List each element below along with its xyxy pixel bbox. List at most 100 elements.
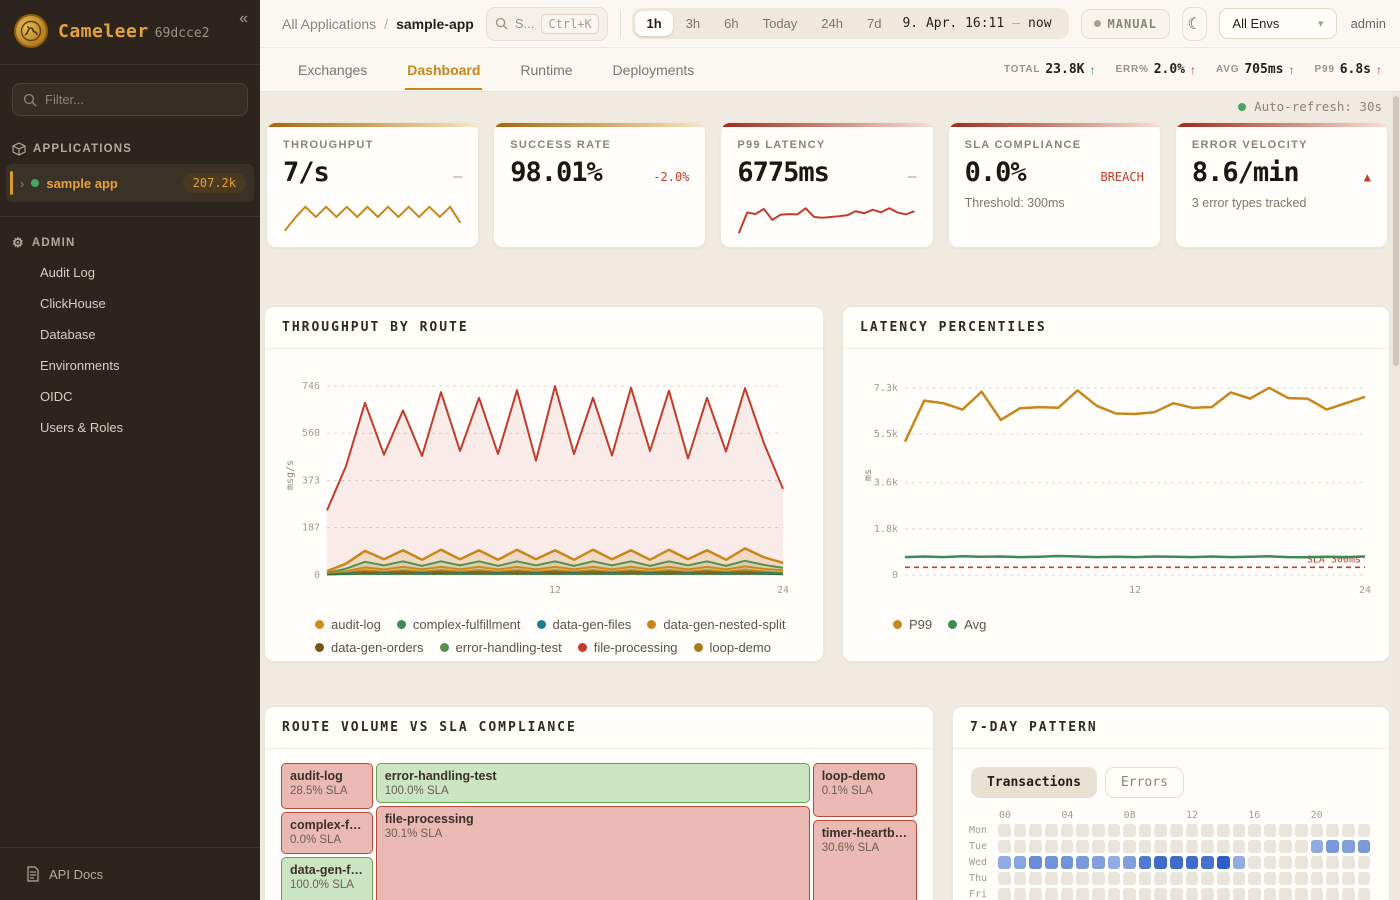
time-range-1h[interactable]: 1h (635, 11, 672, 36)
heatmap-cell[interactable] (1045, 824, 1058, 837)
heatmap-cell[interactable] (1295, 872, 1308, 885)
heatmap-cell[interactable] (1279, 840, 1292, 853)
heatmap-cell[interactable] (1233, 856, 1246, 869)
heatmap-cell[interactable] (1342, 888, 1355, 900)
heatmap-cell[interactable] (1233, 840, 1246, 853)
heatmap-cell[interactable] (1217, 824, 1230, 837)
heatmap-cell[interactable] (1311, 872, 1324, 885)
legend-item-complex-fulfillment[interactable]: complex-fulfillment (397, 616, 521, 633)
time-range-7d[interactable]: 7d (856, 11, 892, 36)
treemap-tile-file-processing[interactable]: file-processing30.1% SLA (376, 806, 810, 900)
tab-dashboard[interactable]: Dashboard (405, 50, 482, 90)
tab-exchanges[interactable]: Exchanges (296, 50, 369, 90)
heatmap-cell[interactable] (998, 888, 1011, 900)
heatmap-cell[interactable] (1029, 888, 1042, 900)
heatmap-cell[interactable] (1295, 824, 1308, 837)
heatmap-cell[interactable] (1358, 840, 1371, 853)
heatmap-cell[interactable] (1342, 872, 1355, 885)
heatmap-cell[interactable] (1014, 872, 1027, 885)
heatmap-cell[interactable] (1326, 888, 1339, 900)
heatmap-cell[interactable] (1170, 824, 1183, 837)
treemap-tile-audit-log[interactable]: audit-log28.5% SLA (281, 763, 373, 809)
treemap-tile-timer-heartbeat[interactable]: timer-heartbeat30.6% SLA (813, 820, 917, 900)
heatmap-cell[interactable] (1248, 872, 1261, 885)
sidebar-item-environments[interactable]: Environments (0, 350, 260, 381)
legend-item-p99[interactable]: P99 (893, 616, 932, 633)
heatmap-cell[interactable] (1279, 856, 1292, 869)
heatmap-cell[interactable] (1186, 840, 1199, 853)
heatmap-cell[interactable] (1154, 872, 1167, 885)
heatmap-cell[interactable] (998, 872, 1011, 885)
time-range-24h[interactable]: 24h (810, 11, 854, 36)
heatmap-cell[interactable] (1092, 888, 1105, 900)
scrollbar-thumb[interactable] (1393, 96, 1399, 366)
legend-item-data-gen-files[interactable]: data-gen-files (537, 616, 632, 633)
heatmap-cell[interactable] (998, 840, 1011, 853)
sidebar-item-users-roles[interactable]: Users & Roles (0, 412, 260, 443)
heatmap-cell[interactable] (1217, 840, 1230, 853)
heatmap-cell[interactable] (1233, 888, 1246, 900)
heatmap-cell[interactable] (1076, 824, 1089, 837)
heatmap-cell[interactable] (1358, 856, 1371, 869)
filter-input[interactable]: Filter... (12, 83, 248, 116)
heatmap-cell[interactable] (1139, 872, 1152, 885)
heatmap-cell[interactable] (1139, 824, 1152, 837)
sidebar-item-oidc[interactable]: OIDC (0, 381, 260, 412)
tab-deployments[interactable]: Deployments (611, 50, 697, 90)
heatmap-cell[interactable] (1217, 888, 1230, 900)
manual-refresh-button[interactable]: MANUAL (1081, 9, 1170, 39)
heatmap-cell[interactable] (1295, 840, 1308, 853)
heatmap-cell[interactable] (1295, 888, 1308, 900)
legend-item-avg[interactable]: Avg (948, 616, 986, 633)
heatmap-cell[interactable] (1045, 840, 1058, 853)
heatmap-cell[interactable] (1045, 888, 1058, 900)
datetime-range[interactable]: 9. Apr. 16:11 — now (894, 11, 1065, 36)
heatmap-cell[interactable] (1186, 872, 1199, 885)
legend-item-audit-log[interactable]: audit-log (315, 616, 381, 633)
legend-item-error-handling-test[interactable]: error-handling-test (440, 639, 562, 656)
heatmap-cell[interactable] (1029, 872, 1042, 885)
tab-runtime[interactable]: Runtime (518, 50, 574, 90)
heatmap-cell[interactable] (1342, 824, 1355, 837)
heatmap-cell[interactable] (1029, 824, 1042, 837)
heatmap-cell[interactable] (1123, 872, 1136, 885)
sidebar-item-sample-app[interactable]: › sample app 207.2k (6, 164, 254, 202)
heatmap-cell[interactable] (1170, 888, 1183, 900)
heatmap-cell[interactable] (1311, 824, 1324, 837)
user-label[interactable]: admin (1351, 16, 1386, 31)
heatmap-cell[interactable] (1279, 888, 1292, 900)
heatmap-cell[interactable] (1139, 888, 1152, 900)
heatmap-cell[interactable] (1123, 840, 1136, 853)
time-range-today[interactable]: Today (752, 11, 809, 36)
heatmap-cell[interactable] (1076, 840, 1089, 853)
heatmap-cell[interactable] (1092, 856, 1105, 869)
dark-mode-toggle[interactable]: ☾ (1182, 7, 1208, 41)
heatmap-cell[interactable] (1123, 856, 1136, 869)
heatmap-cell[interactable] (1014, 888, 1027, 900)
sidebar-item-database[interactable]: Database (0, 319, 260, 350)
legend-item-data-gen-nested-split[interactable]: data-gen-nested-split (647, 616, 785, 633)
heatmap-cell[interactable] (1108, 888, 1121, 900)
legend-item-file-processing[interactable]: file-processing (578, 639, 678, 656)
sidebar-item-clickhouse[interactable]: ClickHouse (0, 288, 260, 319)
heatmap-cell[interactable] (1264, 888, 1277, 900)
heatmap-cell[interactable] (1139, 840, 1152, 853)
heatmap-cell[interactable] (998, 856, 1011, 869)
heatmap-cell[interactable] (1014, 824, 1027, 837)
heatmap-cell[interactable] (1061, 888, 1074, 900)
heatmap-cell[interactable] (1045, 856, 1058, 869)
treemap-tile-data-gen-files[interactable]: data-gen-files100.0% SLA (281, 857, 373, 900)
heatmap-cell[interactable] (1045, 872, 1058, 885)
heatmap-cell[interactable] (998, 824, 1011, 837)
heatmap-cell[interactable] (1264, 856, 1277, 869)
heatmap-cell[interactable] (1326, 856, 1339, 869)
heatmap-cell[interactable] (1264, 824, 1277, 837)
heatmap-cell[interactable] (1326, 872, 1339, 885)
sidebar-item-audit-log[interactable]: Audit Log (0, 257, 260, 288)
heatmap-cell[interactable] (1201, 840, 1214, 853)
heatmap-cell[interactable] (1092, 824, 1105, 837)
heatmap-cell[interactable] (1108, 856, 1121, 869)
heatmap-cell[interactable] (1014, 856, 1027, 869)
heatmap-cell[interactable] (1154, 888, 1167, 900)
heatmap-cell[interactable] (1279, 872, 1292, 885)
